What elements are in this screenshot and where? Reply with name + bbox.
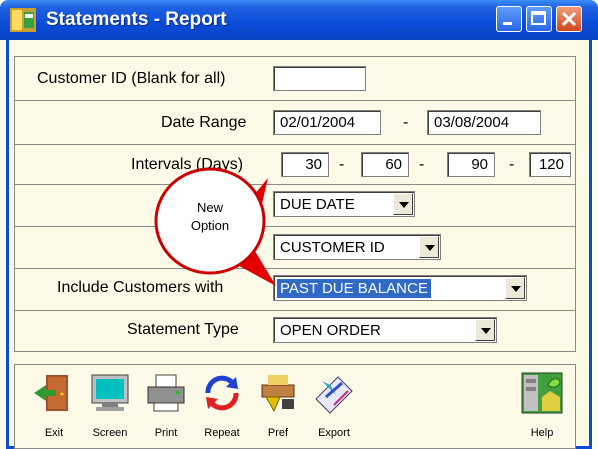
statements-report-window: Statements - Report Customer ID (Blank f…	[0, 0, 598, 449]
statement-type-dropdown[interactable]: OPEN ORDER	[273, 317, 497, 343]
date-from-input[interactable]: 02/01/2004	[273, 110, 381, 135]
callout-text-line2: Option	[190, 218, 230, 233]
close-button[interactable]	[556, 6, 582, 32]
close-icon	[561, 11, 577, 27]
intervals-label: Intervals (Days)	[131, 156, 244, 173]
help-icon	[521, 372, 563, 414]
pref-label: Pref	[267, 427, 289, 439]
customer-id-row: Customer ID (Blank for all)	[14, 56, 576, 100]
sort-secondary-value: CUSTOMER ID	[280, 239, 385, 256]
window-title: Statements - Report	[46, 9, 227, 30]
print-label: Print	[154, 427, 178, 439]
repeat-button[interactable]: Repeat	[195, 365, 249, 445]
minimize-icon	[503, 22, 512, 25]
include-customers-row: Include Customers with PAST DUE BALANCE	[14, 268, 576, 310]
date-range-row: Date Range 02/01/2004 - 03/08/2004	[14, 100, 576, 144]
customer-id-label: Customer ID (Blank for all)	[37, 70, 226, 87]
export-icon	[315, 376, 353, 414]
date-range-label: Date Range	[161, 114, 247, 131]
date-to-input[interactable]: 03/08/2004	[427, 110, 541, 135]
app-icon	[10, 8, 36, 32]
chevron-down-icon[interactable]	[393, 193, 413, 215]
customer-id-input[interactable]	[273, 66, 366, 91]
help-button[interactable]: Help	[515, 365, 569, 445]
interval-3-input[interactable]: 90	[447, 152, 495, 177]
title-bar[interactable]: Statements - Report	[0, 0, 598, 40]
exit-door-icon	[34, 375, 68, 411]
repeat-label: Repeat	[204, 427, 240, 439]
help-label: Help	[530, 427, 554, 439]
interval-1-input[interactable]: 30	[281, 152, 329, 177]
callout-text-line1: New	[196, 200, 223, 215]
monitor-icon	[91, 374, 129, 411]
maximize-button[interactable]	[526, 6, 552, 32]
export-button[interactable]: Export	[307, 365, 361, 445]
include-customers-label: Include Customers with	[57, 279, 224, 296]
sort-primary-dropdown[interactable]: DUE DATE	[273, 191, 415, 217]
include-customers-dropdown[interactable]: PAST DUE BALANCE	[273, 275, 527, 301]
chevron-down-icon[interactable]	[505, 277, 525, 299]
statement-type-label: Statement Type	[127, 321, 239, 338]
chevron-down-icon[interactable]	[475, 319, 495, 341]
print-button[interactable]: Print	[139, 365, 193, 445]
screen-button[interactable]: Screen	[83, 365, 137, 445]
sort-secondary-dropdown[interactable]: CUSTOMER ID	[273, 234, 441, 260]
sort-primary-value: DUE DATE	[280, 196, 355, 213]
include-customers-value: PAST DUE BALANCE	[277, 279, 431, 298]
exit-button[interactable]: Exit	[27, 365, 81, 445]
interval-separator: -	[419, 156, 425, 173]
sort-primary-row: DUE DATE	[14, 184, 576, 226]
export-label: Export	[318, 427, 350, 439]
date-range-separator: -	[403, 114, 409, 131]
exit-label: Exit	[44, 427, 64, 439]
interval-4-input[interactable]: 120	[529, 152, 571, 177]
minimize-button[interactable]	[496, 6, 522, 32]
statement-type-row: Statement Type OPEN ORDER	[14, 310, 576, 352]
repeat-arrows-icon	[205, 375, 239, 411]
pref-button[interactable]: Pref	[251, 365, 305, 445]
maximize-icon	[531, 11, 546, 25]
chevron-down-icon[interactable]	[419, 236, 439, 258]
intervals-row: Intervals (Days) 30 - 60 - 90 - 120	[14, 144, 576, 184]
toolbar: Exit Screen Print Repeat Pref Export Hel…	[14, 364, 576, 449]
preferences-icon	[261, 375, 295, 413]
interval-2-input[interactable]: 60	[361, 152, 409, 177]
interval-separator: -	[339, 156, 345, 173]
screen-label: Screen	[92, 427, 128, 439]
sort-secondary-row: CUSTOMER ID	[14, 226, 576, 268]
statement-type-value: OPEN ORDER	[280, 322, 381, 339]
printer-icon	[147, 374, 185, 412]
interval-separator: -	[509, 156, 515, 173]
